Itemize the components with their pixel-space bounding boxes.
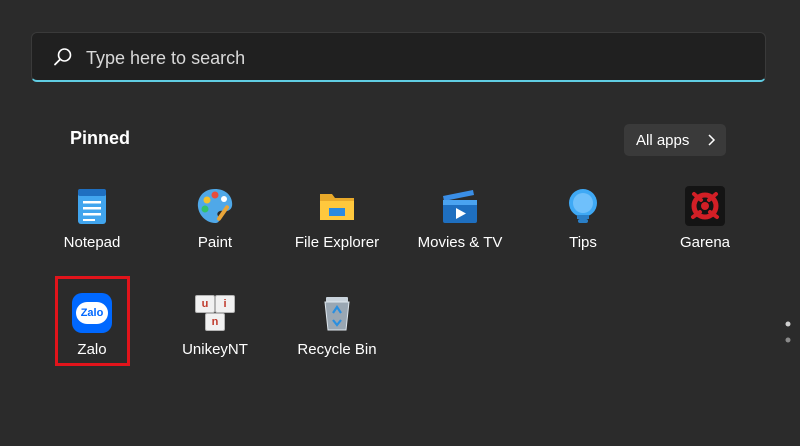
paint-palette-icon (197, 189, 233, 223)
app-unikeynt[interactable]: u i n UnikeyNT (155, 293, 275, 383)
app-garena[interactable]: Garena (645, 186, 765, 276)
recycle-bin-icon (324, 297, 350, 331)
all-apps-button[interactable]: All apps (624, 124, 726, 156)
search-box[interactable] (31, 32, 766, 82)
zalo-icon-text: Zalo (80, 307, 104, 319)
unikey-icon: u i n (195, 293, 235, 333)
unikey-key-n: n (205, 313, 225, 331)
app-file-explorer[interactable]: File Explorer (277, 186, 397, 276)
app-label: Tips (569, 234, 597, 251)
lightbulb-icon (569, 189, 597, 223)
app-label: Garena (679, 234, 731, 251)
app-label: Zalo (77, 341, 107, 358)
chevron-right-icon (708, 134, 716, 146)
notepad-icon (78, 189, 106, 224)
app-notepad[interactable]: Notepad (32, 186, 152, 276)
app-zalo[interactable]: Zalo Zalo (32, 293, 152, 383)
unikey-key-u: u (195, 295, 215, 313)
page-indicator[interactable] (784, 320, 792, 346)
app-label: UnikeyNT (182, 341, 248, 358)
app-label: Movies & TV (417, 234, 503, 251)
app-label: Notepad (63, 234, 121, 251)
app-paint[interactable]: Paint (155, 186, 275, 276)
app-label: File Explorer (294, 234, 380, 251)
all-apps-label: All apps (636, 131, 690, 149)
app-tips[interactable]: Tips (523, 186, 643, 276)
app-label: Recycle Bin (297, 341, 377, 358)
zalo-icon: Zalo (72, 293, 112, 333)
search-input[interactable] (84, 43, 748, 73)
movies-tv-icon (443, 190, 477, 223)
app-movies-tv[interactable]: Movies & TV (400, 186, 520, 276)
unikey-key-i: i (215, 295, 235, 313)
app-label: Paint (197, 234, 233, 251)
folder-icon (320, 194, 354, 220)
app-recycle-bin[interactable]: Recycle Bin (277, 293, 397, 383)
search-icon (54, 48, 72, 66)
pinned-title: Pinned (70, 128, 131, 148)
garena-icon (685, 186, 725, 226)
